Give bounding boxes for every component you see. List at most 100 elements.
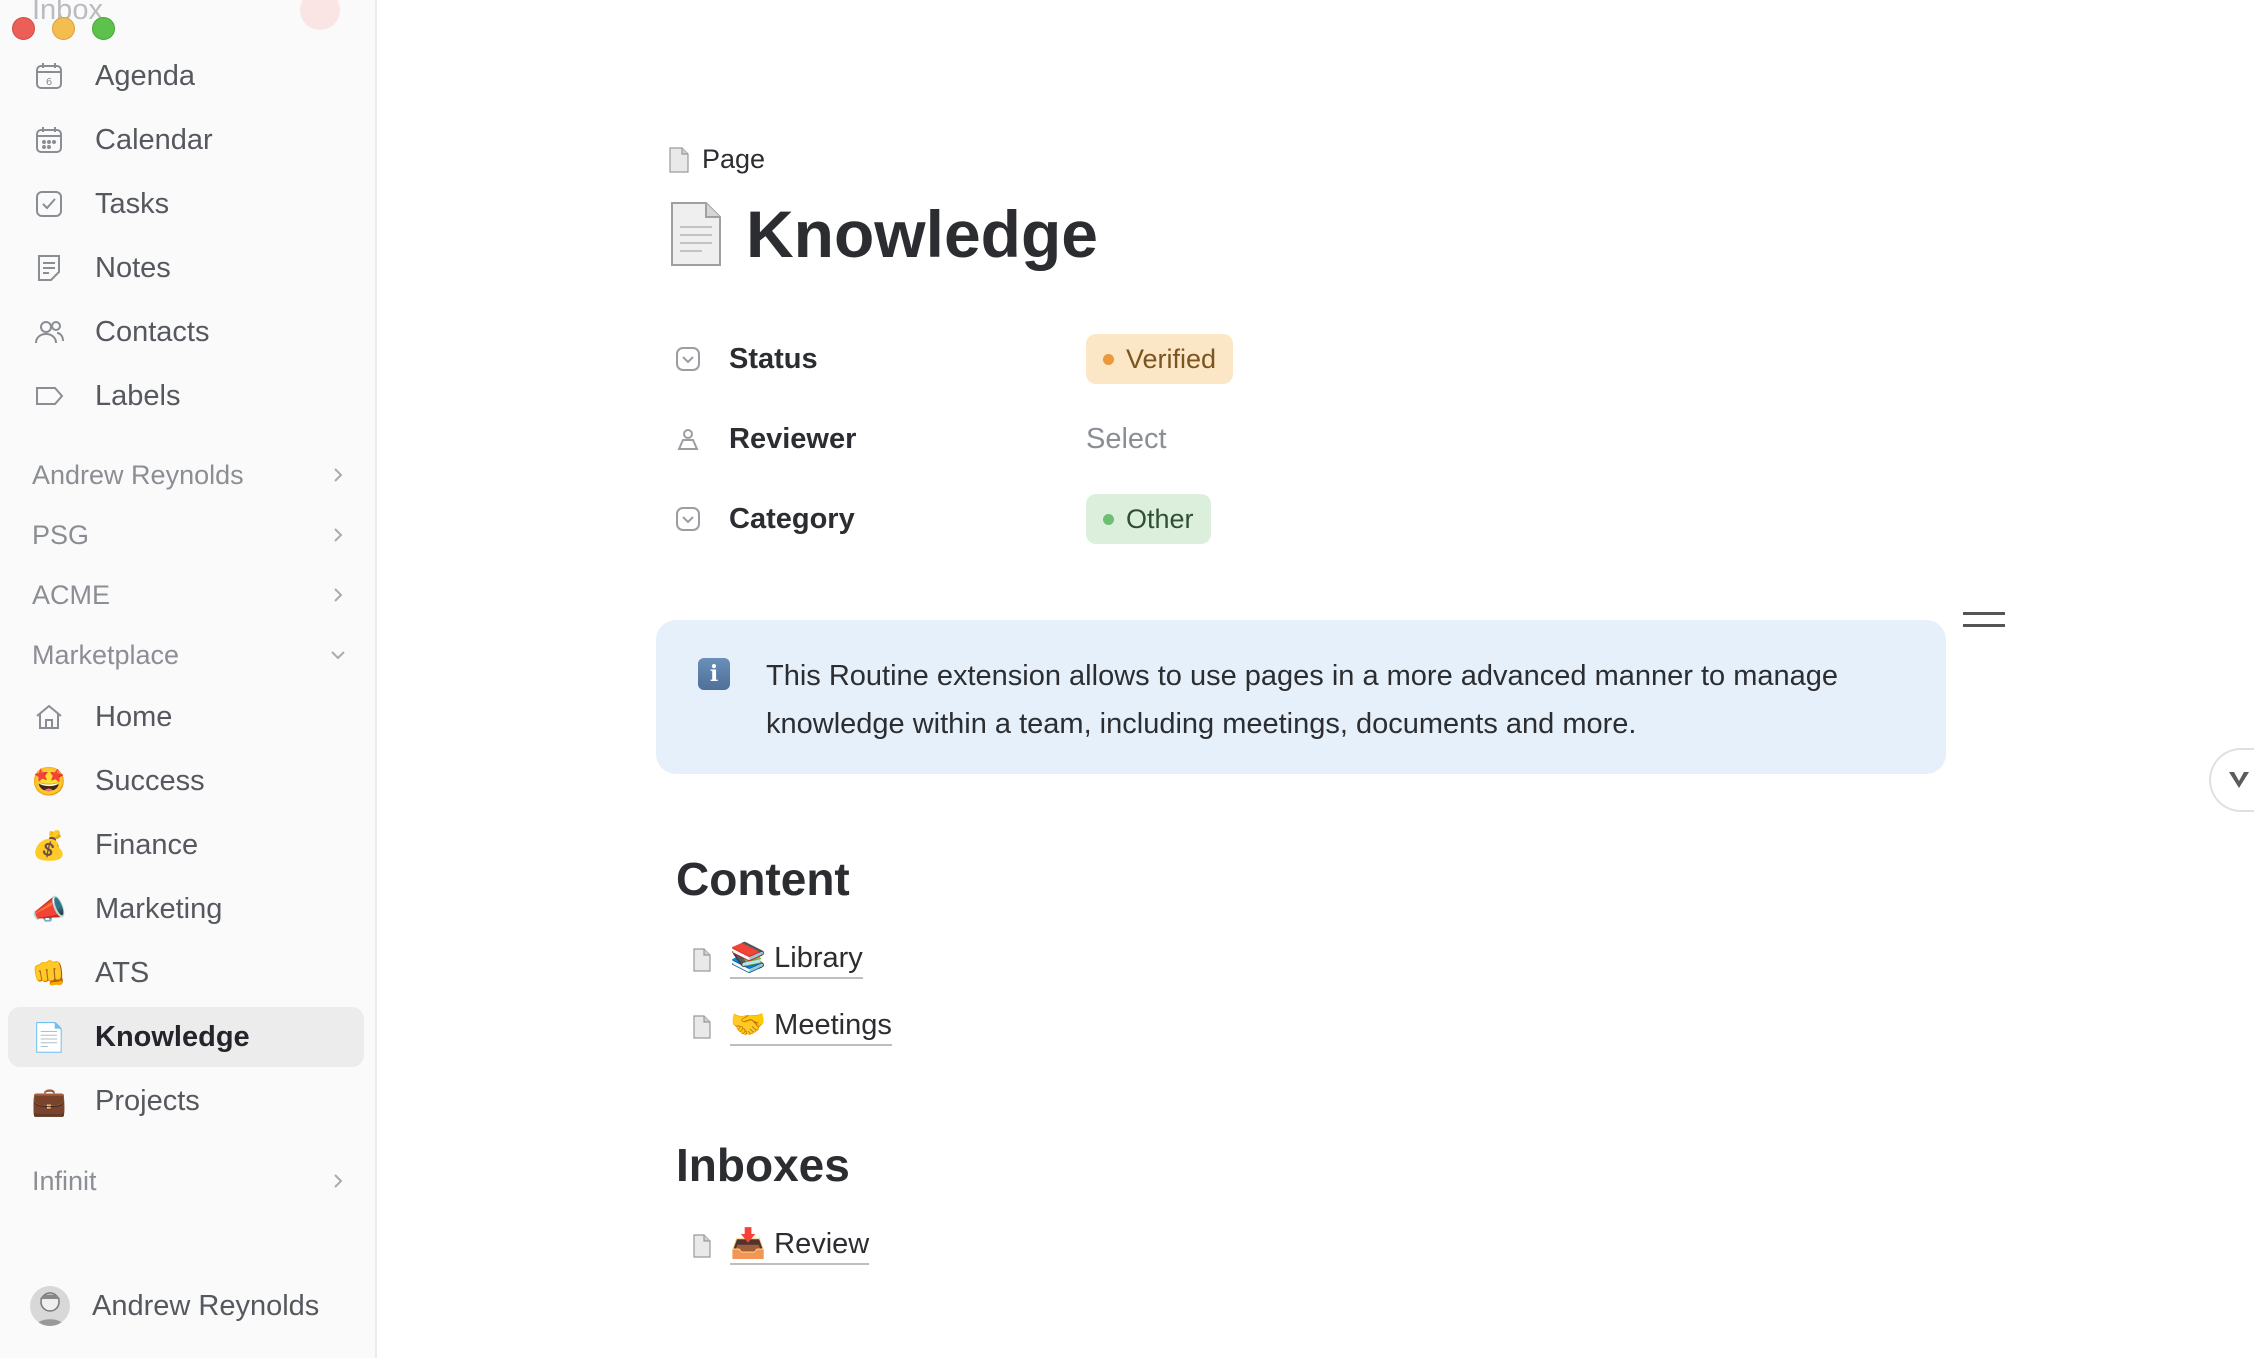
page-link-label[interactable]: 📚 Library [730,941,863,979]
category-badge[interactable]: Other [1086,494,1211,544]
select-property-icon [676,347,700,371]
page-icon [693,1015,711,1039]
sidebar-item-knowledge[interactable]: 📄 Knowledge [8,1007,364,1067]
property-label: Status [729,342,818,375]
checkbox-icon [32,187,66,221]
sidebar-item-label: Calendar [95,123,213,156]
people-icon [32,315,66,349]
user-name: Andrew Reynolds [92,1289,320,1322]
status-value[interactable]: Verified [1086,334,1234,384]
chevron-down-icon [331,651,345,660]
sidebar-group-acme[interactable]: ACME [32,570,348,620]
group-label: Infinit [32,1165,97,1196]
group-label: Andrew Reynolds [32,459,244,490]
user-profile[interactable]: Andrew Reynolds [30,1286,319,1326]
sidebar-group-infinit[interactable]: Infinit [32,1156,348,1206]
sidebar-item-label: Knowledge [95,1020,250,1053]
sidebar-item-home[interactable]: Home [8,687,364,747]
sidebar-item-agenda[interactable]: 6 Agenda [8,46,364,106]
main-content: Page Knowledge Status Verified Reviewer … [379,0,2254,1358]
sidebar-group-andrew-reynolds[interactable]: Andrew Reynolds [32,450,348,500]
window-close-button[interactable] [12,17,35,40]
window-controls [12,17,115,40]
status-badge[interactable]: Verified [1086,334,1234,384]
sidebar-item-projects[interactable]: 💼 Projects [8,1071,364,1131]
group-label: PSG [32,519,90,550]
sidebar-item-tasks[interactable]: Tasks [8,174,364,234]
breadcrumb-label: Page [702,144,766,174]
page-icon [693,948,711,972]
category-badge-label: Other [1126,503,1194,534]
content-heading[interactable]: Content [676,852,850,906]
chevron-right-icon [334,468,343,482]
sidebar: Inbox 6 Agenda Calendar Tasks Notes Cont… [0,0,377,1358]
reviewer-select[interactable]: Select [1086,414,1167,464]
property-label: Reviewer [729,422,857,455]
tag-icon [32,379,66,413]
sidebar-item-label: Contacts [95,315,210,348]
sidebar-item-finance[interactable]: 💰 Finance [8,815,364,875]
page-emoji-icon: 📄 [31,1021,67,1053]
sidebar-item-label: Agenda [95,59,195,92]
sidebar-item-contacts[interactable]: Contacts [8,302,364,362]
fist-emoji-icon: 👊 [31,957,67,989]
window-maximize-button[interactable] [92,17,115,40]
property-category: Category Other [674,494,1211,544]
avatar [30,1286,70,1326]
page-link-meetings[interactable]: 🤝 Meetings [692,1005,892,1049]
info-icon: i [698,658,730,690]
group-label: ACME [32,579,111,610]
sidebar-item-label: Tasks [95,187,170,220]
sidebar-item-notes[interactable]: Notes [8,238,364,298]
sidebar-group-psg[interactable]: PSG [32,510,348,560]
sidebar-item-calendar[interactable]: Calendar [8,110,364,170]
callout-text[interactable]: This Routine extension allows to use pag… [766,652,1916,748]
inbox-count-badge [300,0,340,30]
page-icon [669,146,689,173]
page-link-review[interactable]: 📥 Review [692,1224,870,1268]
breadcrumb[interactable]: Page [668,144,765,175]
sidebar-item-label: Finance [95,828,199,861]
sidebar-item-marketing[interactable]: 📣 Marketing [8,879,364,939]
category-value[interactable]: Other [1086,494,1211,544]
sidebar-item-label: Success [95,764,205,797]
chevron-right-icon [334,1174,343,1188]
category-dot [1103,513,1114,525]
sidebar-item-label: Marketing [95,892,223,925]
window-minimize-button[interactable] [52,17,75,40]
info-callout: i This Routine extension allows to use p… [656,620,1946,774]
page-link-library[interactable]: 📚 Library [692,938,863,982]
sidebar-group-marketplace[interactable]: Marketplace [32,630,348,680]
note-icon [32,251,66,285]
svg-text:6: 6 [46,77,52,88]
select-property-icon [676,507,700,531]
sidebar-item-label: Labels [95,379,181,412]
title-row: Knowledge [668,196,1098,272]
inboxes-heading[interactable]: Inboxes [676,1138,850,1192]
page-icon [693,1234,711,1258]
money-bag-emoji-icon: 💰 [31,829,67,861]
status-badge-label: Verified [1126,343,1217,374]
page-emoji-icon[interactable] [668,201,724,267]
sidebar-item-labels[interactable]: Labels [8,366,364,426]
sidebar-item-label: Notes [95,251,171,284]
page-title[interactable]: Knowledge [746,196,1098,272]
page-link-label[interactable]: 📥 Review [730,1227,870,1265]
briefcase-emoji-icon: 💼 [31,1085,67,1117]
block-menu-handle-icon[interactable] [1963,612,2005,632]
chevron-down-icon [2229,772,2249,788]
star-struck-emoji-icon: 🤩 [31,765,67,797]
megaphone-emoji-icon: 📣 [31,893,67,925]
sidebar-item-ats[interactable]: 👊 ATS [8,943,364,1003]
person-property-icon [677,429,699,450]
calendar-grid-icon [32,123,66,157]
status-dot [1103,353,1114,365]
property-reviewer: Reviewer Select [674,414,1167,464]
sidebar-item-label: Projects [95,1084,200,1117]
page-link-label[interactable]: 🤝 Meetings [730,1008,892,1046]
sidebar-item-success[interactable]: 🤩 Success [8,751,364,811]
sidebar-item-label: ATS [95,956,150,989]
chevron-right-icon [334,528,343,542]
group-label: Marketplace [32,639,180,670]
home-icon [32,700,66,734]
